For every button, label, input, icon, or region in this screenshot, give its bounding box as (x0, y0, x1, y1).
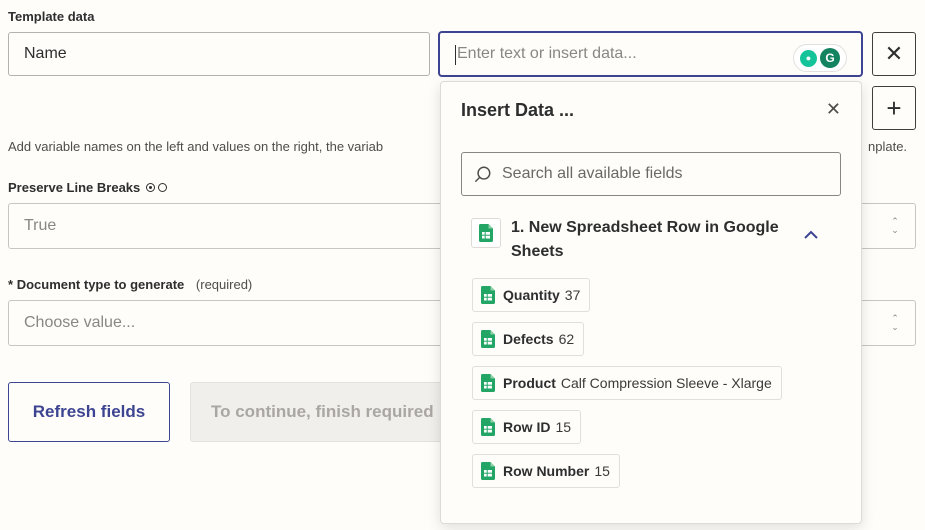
preserve-line-breaks-label: Preserve Line Breaks (8, 180, 168, 195)
help-text-right: nplate. (868, 139, 908, 154)
close-icon: ✕ (884, 41, 904, 66)
document-type-text: Document type to generate (16, 277, 185, 292)
field-key: Row ID (503, 419, 551, 435)
variable-name-value: Name (24, 45, 67, 62)
google-sheets-icon (481, 418, 495, 436)
text-caret (455, 45, 456, 65)
variable-value-placeholder: Enter text or insert data... (457, 45, 637, 62)
close-icon[interactable]: ✕ (826, 99, 841, 120)
refresh-fields-label: Refresh fields (32, 402, 146, 421)
search-placeholder: Search all available fields (502, 165, 683, 182)
field-key: Row Number (503, 463, 590, 479)
field-value: 15 (594, 463, 610, 479)
field-key: Quantity (503, 287, 560, 303)
plus-icon: + (886, 92, 902, 123)
field-chip-row-id[interactable]: Row ID 15 (472, 410, 582, 444)
grammarly-widget[interactable]: ● G (793, 44, 847, 72)
bulb-icon[interactable]: ● (800, 49, 817, 67)
add-row-button[interactable]: + (872, 86, 916, 130)
field-key: Product (503, 375, 556, 391)
preserve-line-breaks-text: Preserve Line Breaks (8, 180, 141, 195)
variable-name-input[interactable]: Name (8, 32, 430, 76)
refresh-fields-button[interactable]: Refresh fields (8, 382, 170, 442)
field-chip-defects[interactable]: Defects 62 (472, 322, 585, 356)
preserve-line-breaks-value: True (24, 217, 57, 234)
field-key: Defects (503, 331, 554, 347)
continue-label: To continue, finish required (211, 402, 434, 421)
field-value: 37 (564, 287, 581, 303)
google-sheets-icon (471, 218, 501, 248)
required-hint: (required) (195, 277, 253, 292)
google-sheets-icon (481, 462, 495, 480)
field-chip-row-number[interactable]: Row Number 15 (472, 454, 620, 488)
google-sheets-icon (481, 286, 495, 304)
help-text-left: Add variable names on the left and value… (8, 139, 384, 154)
section-title: 1. New Spreadsheet Row in Google Sheets (511, 219, 779, 260)
continue-button: To continue, finish required (190, 382, 450, 442)
updown-chevron-icon: ⌃ ⌄ (891, 313, 899, 332)
variable-value-input[interactable]: Enter text or insert data... ● G (438, 31, 863, 77)
radio-off-icon[interactable] (158, 183, 168, 192)
insert-data-search-input[interactable]: Search all available fields (461, 152, 841, 196)
search-icon (475, 166, 491, 182)
field-chip-quantity[interactable]: Quantity 37 (472, 278, 591, 312)
template-data-label: Template data (8, 9, 95, 24)
insert-data-popup: Insert Data ... ✕ Search all available f… (440, 81, 862, 524)
grammarly-icon[interactable]: G (820, 48, 840, 68)
insert-data-title: Insert Data ... (461, 100, 575, 120)
chevron-up-icon[interactable] (804, 228, 818, 242)
radio-on-icon[interactable] (146, 183, 156, 192)
field-value: 15 (555, 419, 572, 435)
required-asterisk: * (8, 277, 14, 292)
remove-row-button[interactable]: ✕ (872, 32, 916, 76)
document-type-label: * Document type to generate (required) (8, 277, 252, 292)
field-chip-product[interactable]: Product Calf Compression Sleeve - Xlarge (472, 366, 782, 400)
updown-chevron-icon: ⌃ ⌄ (891, 216, 899, 235)
google-sheets-icon (481, 330, 495, 348)
document-type-placeholder: Choose value... (24, 314, 136, 331)
field-value: Calf Compression Sleeve - Xlarge (560, 375, 772, 391)
field-value: 62 (558, 331, 575, 347)
google-sheets-icon (481, 374, 495, 392)
